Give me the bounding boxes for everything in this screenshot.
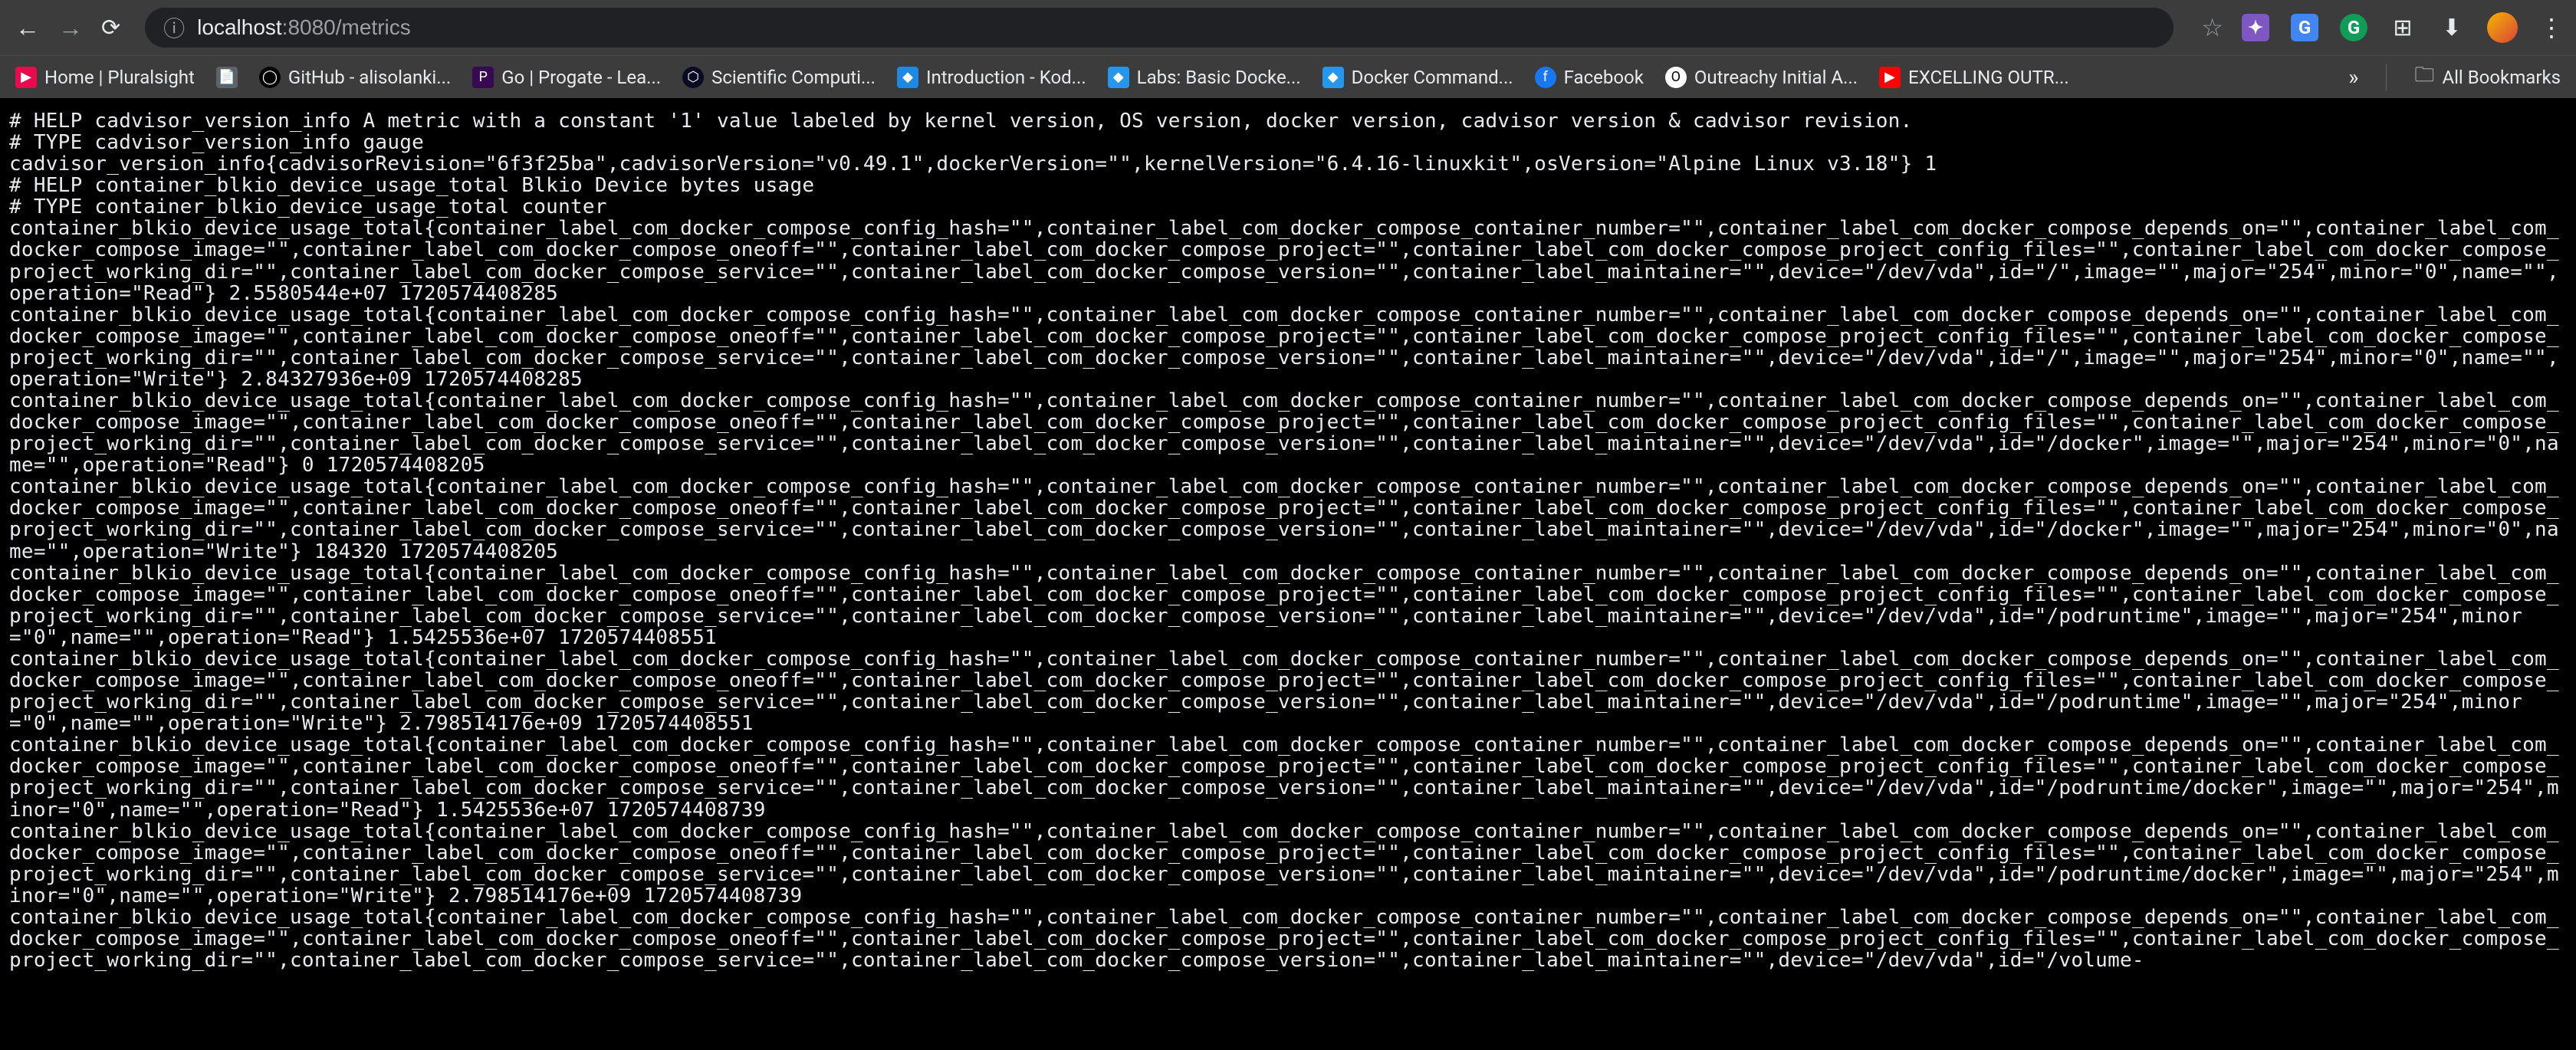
bookmark-favicon: ▶	[1879, 67, 1901, 88]
bookmark-item-10[interactable]: ▶ EXCELLING OUTR...	[1879, 67, 2069, 88]
bookmark-label: Home | Pluralsight	[44, 67, 195, 88]
url-port: :8080	[282, 15, 336, 39]
bookmark-item-4[interactable]: ⬡ Scientific Computi...	[682, 67, 876, 88]
bookmark-favicon: ⬡	[682, 67, 704, 88]
bookmark-item-1[interactable]: 📄	[216, 67, 238, 88]
bookmark-item-3[interactable]: P Go | Progate - Lea...	[472, 67, 661, 88]
extension-icons: ✦ G G ⊞ ⬇ ⋮	[2242, 12, 2561, 43]
url-path: /metrics	[336, 15, 411, 39]
bookmark-label: Facebook	[1564, 67, 1644, 88]
bookmark-separator	[2386, 64, 2387, 91]
bookmark-favicon: ▶	[15, 67, 37, 88]
bookmark-star-icon[interactable]: ☆	[2201, 13, 2223, 42]
profile-avatar[interactable]	[2487, 12, 2518, 43]
bookmark-item-0[interactable]: ▶ Home | Pluralsight	[15, 67, 195, 88]
bookmark-favicon: ◆	[1322, 67, 1344, 88]
reload-button[interactable]: ⟳	[101, 15, 120, 41]
bookmark-label: Labs: Basic Docke...	[1137, 67, 1301, 88]
bookmarks-bar: ▶ Home | Pluralsight 📄 ◯ GitHub - alisolanki…	[0, 55, 2576, 98]
bookmark-item-6[interactable]: ◆ Labs: Basic Docke...	[1108, 67, 1301, 88]
back-button[interactable]: ←	[15, 13, 40, 42]
bookmark-item-5[interactable]: ◆ Introduction - Kod...	[897, 67, 1086, 88]
google-translate-icon[interactable]: G	[2291, 14, 2318, 41]
address-bar[interactable]: ⓘ localhost:8080/metrics	[145, 8, 2174, 48]
nav-controls: ← → ⟳	[15, 13, 120, 42]
bookmark-favicon: 📄	[216, 67, 238, 88]
download-icon[interactable]: ⬇	[2438, 14, 2466, 41]
bookmark-item-7[interactable]: ◆ Docker Command...	[1322, 67, 1513, 88]
bookmark-favicon: f	[1535, 67, 1556, 88]
bookmark-item-8[interactable]: f Facebook	[1535, 67, 1644, 88]
bookmark-label: GitHub - alisolanki...	[288, 67, 451, 88]
menu-button[interactable]: ⋮	[2539, 13, 2561, 42]
all-bookmarks-button[interactable]: 🗀 All Bookmarks	[2414, 61, 2561, 94]
bookmark-item-2[interactable]: ◯ GitHub - alisolanki...	[259, 67, 451, 88]
all-bookmarks-label: All Bookmarks	[2442, 67, 2561, 88]
browser-toolbar: ← → ⟳ ⓘ localhost:8080/metrics ☆ ✦ G G ⊞…	[0, 0, 2576, 55]
bookmark-label: Introduction - Kod...	[926, 67, 1086, 88]
bookmark-favicon: O	[1665, 67, 1687, 88]
bookmark-label: EXCELLING OUTR...	[1908, 67, 2069, 88]
bookmark-label: Go | Progate - Lea...	[501, 67, 661, 88]
bookmark-favicon: P	[472, 67, 494, 88]
folder-icon: 🗀	[2414, 61, 2434, 94]
metrics-content: # HELP cadvisor_version_info A metric wi…	[0, 98, 2576, 983]
grammarly-icon[interactable]: G	[2340, 14, 2367, 41]
forward-button[interactable]: →	[58, 13, 83, 42]
bookmark-favicon: ◆	[897, 67, 918, 88]
bookmark-label: Scientific Computi...	[711, 67, 876, 88]
extensions-icon[interactable]: ⊞	[2389, 14, 2417, 41]
bookmark-favicon: ◆	[1108, 67, 1129, 88]
bookmark-item-9[interactable]: O Outreachy Initial A...	[1665, 67, 1858, 88]
url-display: localhost:8080/metrics	[197, 15, 411, 40]
url-host: localhost	[197, 15, 282, 39]
site-info-icon[interactable]: ⓘ	[163, 12, 185, 43]
extension-icon-1[interactable]: ✦	[2242, 14, 2269, 41]
bookmark-favicon: ◯	[259, 67, 281, 88]
bookmark-label: Docker Command...	[1352, 67, 1513, 88]
bookmark-label: Outreachy Initial A...	[1694, 67, 1858, 88]
bookmarks-overflow[interactable]: »	[2348, 64, 2358, 90]
